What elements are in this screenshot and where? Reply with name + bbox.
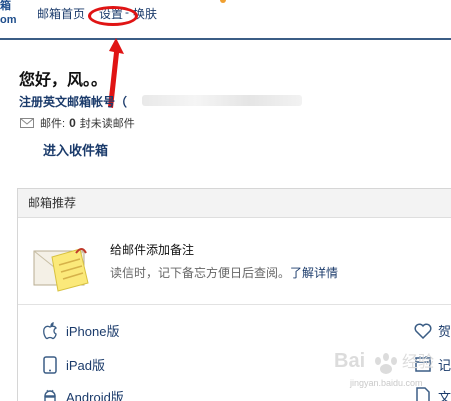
android-icon — [44, 389, 56, 401]
learn-more-link[interactable]: 了解详情 — [290, 266, 338, 280]
register-english-account-link[interactable]: 注册英文邮箱帐号（ — [19, 93, 127, 110]
greeting: 您好，风。。 — [19, 72, 108, 89]
notification-dot — [220, 0, 226, 3]
heart-icon — [414, 323, 432, 339]
apple-icon — [43, 321, 57, 339]
svg-text:Bai: Bai — [334, 350, 365, 372]
app-ipad[interactable]: iPad版 — [42, 355, 105, 374]
enter-inbox-link[interactable]: 进入收件箱 — [43, 140, 108, 159]
logo-text-top: 箱 — [0, 0, 11, 12]
mail-label: 邮件: — [40, 118, 66, 130]
note-envelope-icon — [33, 248, 89, 292]
svg-text:经验: 经验 — [402, 352, 434, 371]
annotation-ellipse — [88, 6, 138, 26]
unread-suffix: 封未读邮件 — [79, 118, 135, 130]
unread-count: 0 — [69, 116, 76, 130]
app-iphone[interactable]: iPhone版 — [42, 321, 119, 340]
tip-title: 给邮件添加备注 — [110, 243, 195, 257]
panel-title: 邮箱推荐 — [18, 189, 451, 218]
right-item-greeting[interactable]: 贺 — [438, 321, 451, 340]
tip-text: 读信时，记下备忘方便日后查阅。 — [110, 266, 291, 280]
app-label: iPhone版 — [66, 324, 120, 339]
logo-text-bottom: om — [0, 14, 17, 26]
envelope-icon — [20, 118, 34, 128]
top-bar: 箱 om 邮箱首页 设置 - 换肤 — [0, 0, 451, 40]
nav-mail-home[interactable]: 邮箱首页 — [37, 5, 85, 22]
mail-status: 邮件: 0 封未读邮件 — [20, 115, 135, 131]
app-android[interactable]: Android版 — [42, 387, 124, 401]
tip-description: 读信时，记下备忘方便日后查阅。了解详情 — [110, 264, 338, 281]
app-label: Android版 — [66, 390, 124, 401]
logo[interactable]: 箱 om — [0, 0, 18, 36]
watermark-text: jingyan.baidu.com — [350, 378, 423, 388]
app-label: iPad版 — [66, 358, 106, 373]
panel-divider — [18, 304, 451, 305]
blurred-account — [142, 95, 302, 106]
tablet-icon — [43, 355, 57, 374]
